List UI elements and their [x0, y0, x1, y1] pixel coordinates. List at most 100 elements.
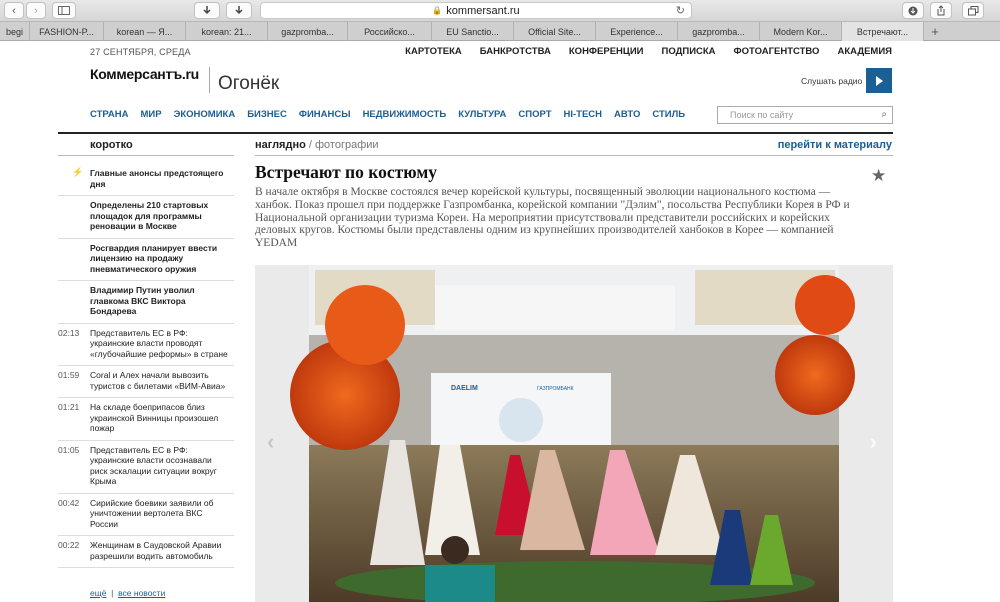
- browser-tab[interactable]: gazpromba...: [268, 22, 348, 41]
- radio-label: Слушать радио: [801, 76, 863, 86]
- nav-akademiya[interactable]: АКАДЕМИЯ: [837, 46, 892, 57]
- screen-logo-left: DAELIM: [451, 385, 478, 392]
- main-rule: [255, 155, 893, 156]
- browser-tab[interactable]: Российско...: [348, 22, 432, 41]
- news-text[interactable]: Главные анонсы предстоящего дня: [90, 168, 223, 189]
- sidebar-title: коротко: [90, 139, 133, 151]
- crumb-sub[interactable]: фотографии: [315, 139, 379, 151]
- section-biznes[interactable]: БИЗНЕС: [247, 109, 287, 120]
- news-text[interactable]: Определены 210 стартовых площадок для пр…: [90, 200, 208, 231]
- news-text[interactable]: Владимир Путин уволил главкома ВКС Викто…: [90, 285, 195, 316]
- search-input[interactable]: Поиск по сайту ⌕: [717, 106, 893, 124]
- section-hitech[interactable]: HI-TECH: [564, 109, 603, 120]
- shield-down-icon: [203, 5, 211, 14]
- section-stil[interactable]: СТИЛЬ: [652, 109, 685, 120]
- news-item[interactable]: Определены 210 стартовых площадок для пр…: [58, 196, 234, 239]
- news-item[interactable]: 00:22 Женщинам в Саудовской Аравии разреш…: [58, 536, 234, 568]
- browser-tab[interactable]: korean: 21...: [186, 22, 268, 41]
- news-item[interactable]: Росгвардия планирует ввести лицензию на …: [58, 239, 234, 281]
- crumb-section[interactable]: наглядно: [255, 139, 306, 151]
- browser-tab[interactable]: Встречают...: [842, 22, 924, 41]
- current-date: 27 СЕНТЯБРЯ, СРЕДА: [90, 47, 191, 57]
- nav-kartoteka[interactable]: КАРТОТЕКА: [405, 46, 462, 57]
- section-nav: СТРАНА МИР ЭКОНОМИКА БИЗНЕС ФИНАНСЫ НЕДВ…: [90, 109, 685, 120]
- new-tab-button[interactable]: +: [924, 22, 946, 40]
- photo-gallery: DAELIM ГАЗПРОМБАНК ‹ ›: [255, 265, 893, 602]
- site-logo[interactable]: Коммерсантъ.ru: [90, 66, 199, 82]
- download-icon: [908, 6, 918, 15]
- article-lead: В начале октября в Москве состоялся вече…: [255, 186, 850, 250]
- news-item[interactable]: Владимир Путин уволил главкома ВКС Викто…: [58, 281, 234, 324]
- nav-bankrotstva[interactable]: БАНКРОТСТВА: [480, 46, 551, 57]
- nav-podpiska[interactable]: ПОДПИСКА: [662, 46, 716, 57]
- search-icon[interactable]: ⌕: [881, 109, 887, 120]
- gallery-photo: DAELIM ГАЗПРОМБАНК: [290, 265, 855, 602]
- news-time: 01:05: [58, 444, 80, 455]
- browser-tab[interactable]: begi: [0, 22, 30, 41]
- news-text[interactable]: На складе боеприпасов близ украинской Ви…: [90, 402, 218, 433]
- downloads-button[interactable]: [902, 2, 924, 19]
- sidebar-toggle-button[interactable]: [52, 2, 76, 19]
- address-bar[interactable]: 🔒 kommersant.ru ↻: [260, 2, 692, 19]
- favorite-star-icon[interactable]: ★: [871, 166, 886, 186]
- url-text: kommersant.ru: [446, 4, 520, 17]
- news-list: ⚡ Главные анонсы предстоящего дня Определе…: [58, 164, 234, 568]
- browser-tab[interactable]: FASHION-P...: [30, 22, 104, 41]
- news-time: 02:13: [58, 327, 80, 338]
- share-button[interactable]: [930, 2, 952, 19]
- news-item[interactable]: 00:42 Сирийские боевики заявили об уничто…: [58, 494, 234, 536]
- gallery-next-arrow[interactable]: ›: [870, 429, 877, 455]
- forward-button[interactable]: ›: [26, 2, 46, 19]
- sidebar-rule: [58, 155, 234, 156]
- lock-icon: 🔒: [432, 6, 443, 15]
- news-item[interactable]: 01:05 Представитель ЕС в РФ: украинские в…: [58, 441, 234, 494]
- news-time: 01:59: [58, 370, 80, 380]
- news-item[interactable]: 02:13 Представитель ЕС в РФ: украинские в…: [58, 324, 234, 366]
- browser-tab[interactable]: EU Sanctio...: [432, 22, 514, 41]
- search-placeholder: Поиск по сайту: [730, 110, 794, 120]
- reload-icon[interactable]: ↻: [676, 4, 685, 17]
- news-item[interactable]: ⚡ Главные анонсы предстоящего дня: [58, 164, 234, 196]
- section-sport[interactable]: СПОРТ: [518, 109, 551, 120]
- all-news-link[interactable]: все новости: [118, 588, 165, 598]
- news-text[interactable]: Женщинам в Саудовской Аравии разрешили в…: [90, 540, 221, 561]
- lightning-icon: ⚡: [72, 167, 84, 177]
- radio-play-button[interactable]: [866, 68, 892, 93]
- news-text[interactable]: Представитель ЕС в РФ: украинские власти…: [90, 328, 228, 359]
- browser-tab[interactable]: korean — Я...: [104, 22, 186, 41]
- section-finansy[interactable]: ФИНАНСЫ: [299, 109, 351, 120]
- back-button[interactable]: ‹: [4, 2, 24, 19]
- news-text[interactable]: Сирийские боевики заявили об уничтожении…: [90, 498, 214, 529]
- gallery-prev-arrow[interactable]: ‹: [267, 429, 274, 455]
- sidebar-more: ещё | все новости: [90, 588, 166, 598]
- section-strana[interactable]: СТРАНА: [90, 109, 129, 120]
- news-text[interactable]: Росгвардия планирует ввести лицензию на …: [90, 243, 217, 274]
- browser-tab[interactable]: gazpromba...: [678, 22, 760, 41]
- tabs-icon: [967, 5, 978, 15]
- news-item[interactable]: 01:59 Coral и Алех начали вывозить турист…: [58, 366, 234, 398]
- section-ekonomika[interactable]: ЭКОНОМИКА: [174, 109, 236, 120]
- nav-konferencii[interactable]: КОНФЕРЕНЦИИ: [569, 46, 644, 57]
- news-text[interactable]: Coral и Алех начали вывозить туристов с …: [90, 370, 225, 391]
- news-item[interactable]: 01:21 На складе боеприпасов близ украинск…: [58, 398, 234, 441]
- browser-tab[interactable]: Experience...: [596, 22, 678, 41]
- more-link[interactable]: ещё: [90, 588, 106, 598]
- section-kultura[interactable]: КУЛЬТУРА: [458, 109, 506, 120]
- section-avto[interactable]: АВТО: [614, 109, 640, 120]
- nav-fotoagentstvo[interactable]: ФОТОАГЕНТСТВО: [734, 46, 820, 57]
- tab-bar: begi FASHION-P... korean — Я... korean: 21.…: [0, 22, 1000, 41]
- goto-article-link[interactable]: перейти к материалу: [778, 139, 892, 151]
- reader-button[interactable]: [226, 2, 252, 19]
- tabs-overview-button[interactable]: [962, 2, 984, 19]
- download-button[interactable]: [194, 2, 220, 19]
- browser-tab[interactable]: Modern Kor...: [760, 22, 842, 41]
- sidebar-icon: [58, 6, 70, 15]
- browser-toolbar: ‹ › 🔒 kommersant.ru ↻: [0, 0, 1000, 22]
- section-nedvizhimost[interactable]: НЕДВИЖИМОСТЬ: [363, 109, 447, 120]
- sub-brand[interactable]: Огонёк: [218, 73, 279, 95]
- section-mir[interactable]: МИР: [141, 109, 162, 120]
- page-title: Встречают по костюму: [255, 162, 438, 182]
- news-text[interactable]: Представитель ЕС в РФ: украинские власти…: [90, 445, 217, 487]
- logo-divider: [209, 67, 210, 93]
- browser-tab[interactable]: Official Site...: [514, 22, 596, 41]
